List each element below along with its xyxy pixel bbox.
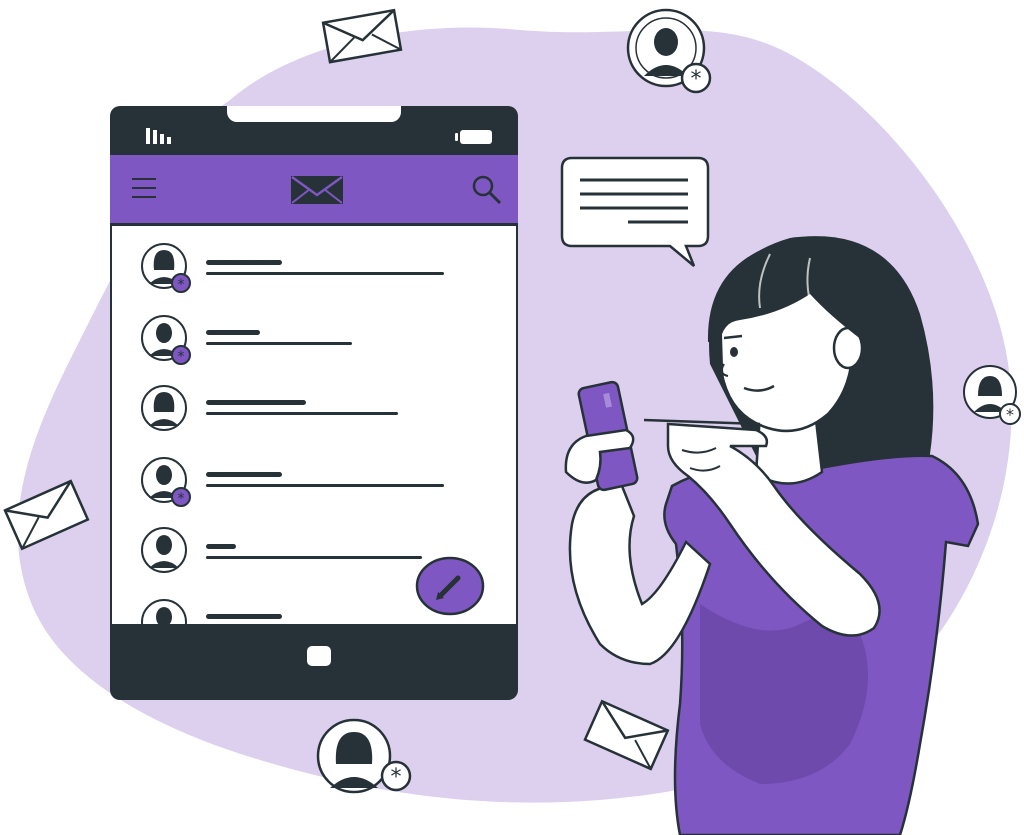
sender-line bbox=[206, 260, 282, 265]
mail-icon bbox=[291, 175, 343, 204]
list-item[interactable]: * bbox=[140, 456, 500, 512]
list-item[interactable]: * bbox=[140, 242, 500, 298]
home-button[interactable] bbox=[307, 646, 331, 666]
signal-icon bbox=[146, 128, 171, 144]
sender-line bbox=[206, 400, 306, 405]
preview-line bbox=[206, 556, 422, 559]
sender-line bbox=[206, 472, 282, 477]
man-avatar: * bbox=[141, 457, 191, 507]
preview-line bbox=[206, 342, 352, 345]
avatar-badge: * bbox=[316, 718, 412, 794]
envelope-icon bbox=[3, 479, 90, 551]
svg-text:*: * bbox=[178, 349, 185, 365]
woman-figure bbox=[564, 236, 980, 835]
avatar-badge: * bbox=[626, 8, 712, 94]
woman-avatar: * bbox=[141, 243, 191, 293]
preview-line bbox=[206, 272, 444, 275]
svg-text:*: * bbox=[178, 491, 185, 507]
compose-button[interactable] bbox=[414, 556, 488, 618]
phone-notch bbox=[227, 106, 401, 122]
list-item[interactable] bbox=[140, 384, 500, 440]
app-bar bbox=[110, 153, 518, 225]
svg-text:*: * bbox=[178, 277, 185, 293]
preview-line bbox=[206, 412, 398, 415]
sender-line bbox=[206, 544, 236, 549]
svg-text:*: * bbox=[391, 765, 402, 790]
sender-line bbox=[206, 614, 282, 619]
man-avatar bbox=[141, 527, 187, 573]
search-icon[interactable] bbox=[470, 173, 504, 207]
woman-avatar bbox=[141, 385, 187, 431]
sender-line bbox=[206, 330, 260, 335]
envelope-icon bbox=[321, 8, 403, 64]
svg-text:*: * bbox=[1006, 405, 1014, 424]
man-avatar: * bbox=[141, 315, 191, 365]
list-item[interactable]: * bbox=[140, 314, 500, 370]
svg-text:*: * bbox=[691, 67, 702, 92]
preview-line bbox=[206, 484, 444, 487]
menu-icon[interactable] bbox=[132, 178, 156, 200]
battery-icon bbox=[455, 130, 492, 144]
illustration-stage: * * * * * * bbox=[0, 0, 1024, 835]
man-avatar bbox=[141, 599, 187, 624]
